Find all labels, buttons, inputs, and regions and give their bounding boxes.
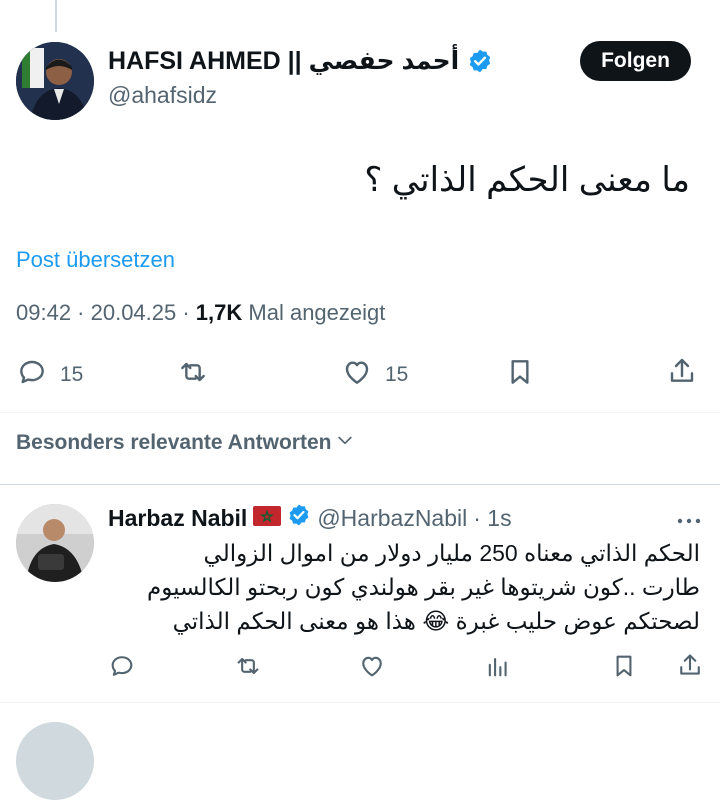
share-icon	[666, 356, 698, 394]
sort-label: Besonders relevante Antworten	[16, 431, 332, 454]
like-icon[interactable]	[358, 652, 386, 685]
like-button[interactable]: 15	[341, 356, 408, 394]
tweet-meta: 09:42 · 20.04.25 · 1,7K Mal angezeigt	[16, 300, 385, 326]
reply-header: Harbaz Nabil @HarbazNabil · 1s	[108, 503, 512, 533]
reply-actions	[0, 648, 720, 684]
reply-text-line: طارت ..كون شريتوها غير بقر هولندي كون رب…	[146, 574, 700, 600]
retweet-button[interactable]	[177, 356, 209, 394]
reply-count: 15	[60, 363, 84, 386]
reply-text-line: الحكم الذاتي معناه 250 مليار دولار من ام…	[203, 540, 700, 566]
share-icon[interactable]	[676, 652, 704, 685]
thread-connector	[55, 0, 57, 32]
divider	[0, 484, 720, 485]
reply-text: الحكم الذاتي معناه 250 مليار دولار من ام…	[110, 536, 700, 638]
translate-link[interactable]: Post übersetzen	[16, 247, 175, 273]
more-icon[interactable]	[676, 505, 702, 531]
bookmark-icon[interactable]	[610, 652, 638, 685]
verified-badge-icon	[287, 503, 311, 533]
author-avatar[interactable]	[16, 42, 94, 120]
bookmark-icon	[504, 356, 536, 394]
views-icon[interactable]	[484, 652, 512, 685]
tweet-text: ما معنى الحكم الذاتي ؟	[364, 161, 690, 199]
follow-button[interactable]: Folgen	[580, 41, 691, 81]
reply-author-handle[interactable]: @HarbazNabil	[317, 505, 467, 532]
divider	[0, 702, 720, 703]
author-name[interactable]: HAFSI AHMED || أحمد حفصي	[108, 46, 459, 76]
bookmark-button[interactable]	[504, 356, 536, 394]
views-count: 1,7K	[195, 300, 243, 325]
tweet-actions: 15 15	[0, 352, 720, 394]
verified-badge-icon	[467, 48, 493, 74]
share-button[interactable]	[666, 356, 698, 394]
like-count: 15	[385, 363, 409, 386]
next-reply-avatar[interactable]	[16, 722, 94, 800]
tweet-timestamp[interactable]: 09:42 · 20.04.25 ·	[16, 300, 196, 325]
reply-author-name[interactable]: Harbaz Nabil	[108, 505, 247, 532]
author-handle[interactable]: @ahafsidz	[108, 82, 217, 109]
like-icon	[341, 356, 373, 394]
retweet-icon[interactable]	[234, 652, 262, 685]
reply-icon	[16, 356, 48, 394]
morocco-flag-icon	[253, 505, 282, 532]
sort-replies-toggle[interactable]: Besonders relevante Antworten	[16, 430, 355, 456]
chevron-down-icon	[335, 430, 355, 456]
retweet-icon	[177, 356, 209, 394]
reply-button[interactable]: 15	[16, 356, 83, 394]
reply-icon[interactable]	[108, 652, 136, 685]
views-label: Mal angezeigt	[242, 300, 386, 325]
reply-text-line: لصحتكم عوض حليب غبرة 😂 هذا هو معنى الحكم…	[172, 608, 700, 634]
divider	[0, 412, 720, 413]
reply-author-avatar[interactable]	[16, 504, 94, 582]
author-name-row: HAFSI AHMED || أحمد حفصي	[108, 46, 493, 76]
reply-timestamp[interactable]: · 1s	[473, 505, 511, 532]
